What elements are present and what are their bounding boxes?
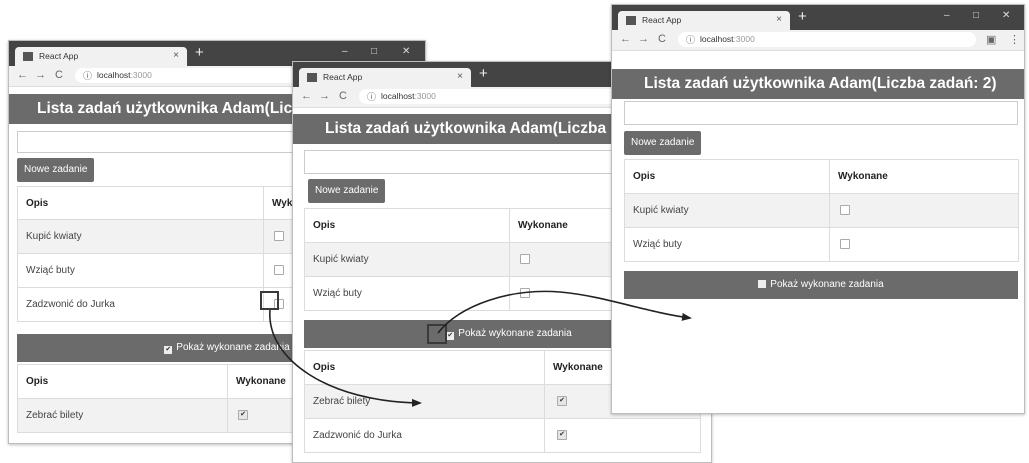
annotation-arrows: [269, 290, 692, 407]
arrow-to-window-3: [437, 290, 692, 334]
arrow-to-window-2: [269, 309, 422, 407]
